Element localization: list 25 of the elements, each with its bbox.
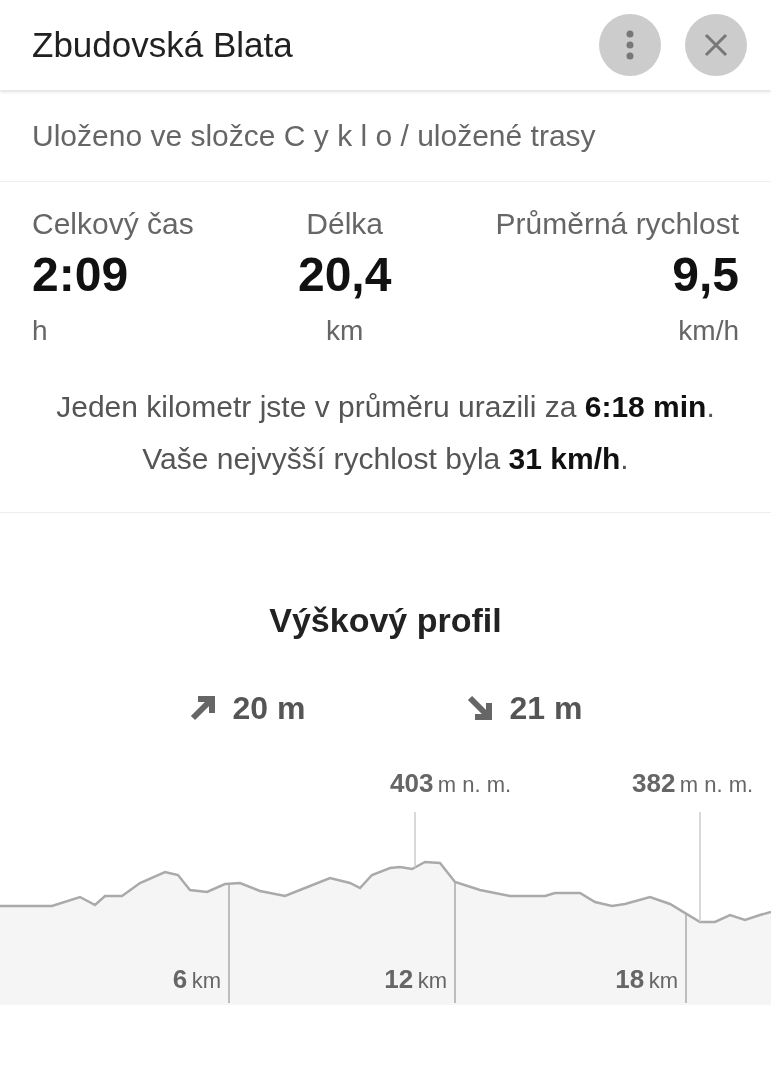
stat-unit: h <box>32 314 48 348</box>
stat-label: Průměrná rychlost <box>495 206 739 242</box>
folder-note: Uloženo ve složce C y k l o / uložené trasy <box>32 118 596 154</box>
close-icon <box>704 33 728 57</box>
summary-text: Vaše nejvyšší rychlost byla 31 km/h. <box>142 441 629 477</box>
ascent-value: 20 m <box>232 689 306 728</box>
stat-unit: km/h <box>678 314 739 348</box>
distance-label: 12 km <box>384 963 447 996</box>
elevation-label: 403 m n. m. <box>390 767 512 800</box>
stat-value: 9,5 <box>672 247 739 303</box>
stat-unit: km <box>326 314 364 348</box>
distance-label: 18 km <box>615 963 678 996</box>
descent-value: 21 m <box>509 689 583 728</box>
stat-label: Celkový čas <box>32 206 194 242</box>
distance-label: 6 km <box>172 963 221 996</box>
arrow-up-right-icon <box>188 694 217 722</box>
summary-text: Jeden kilometr jste v průměru urazili za 6:18 min. <box>56 389 715 425</box>
elevation-label: 382 m n. m. <box>632 767 754 800</box>
window-title: Zbudovská Blata <box>32 23 293 66</box>
arrow-down-right-icon <box>465 694 494 722</box>
stat-value: 2:09 <box>32 247 129 303</box>
stat-value: 20,4 <box>297 247 392 303</box>
section-title: Výškový profil <box>269 600 502 641</box>
stat-label: Délka <box>306 206 383 242</box>
more-icon <box>626 30 634 60</box>
